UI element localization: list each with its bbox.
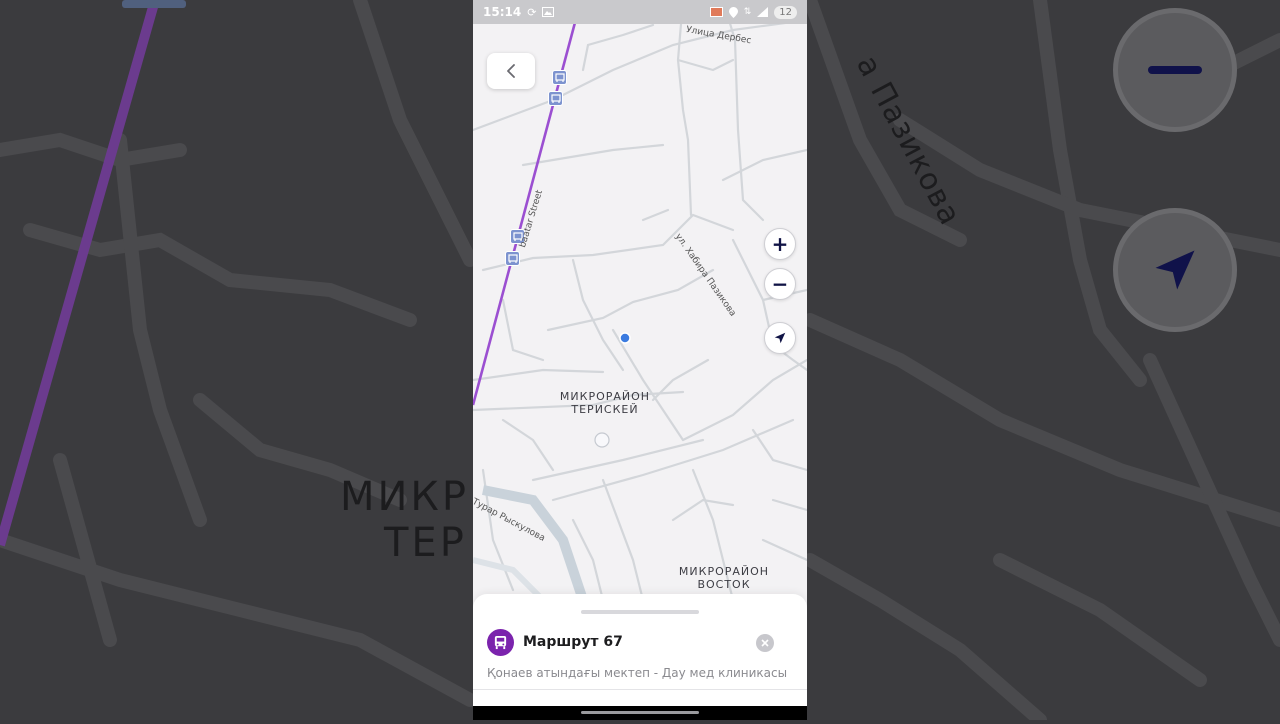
close-button[interactable] — [756, 634, 774, 652]
bus-icon — [487, 629, 514, 656]
zoom-in-button[interactable]: + — [764, 228, 796, 260]
bus-stop-marker[interactable] — [505, 251, 520, 266]
district-vostok-line1: МИКРОРАЙОН — [678, 565, 770, 578]
location-icon — [728, 6, 738, 18]
district-label-vostok: МИКРОРАЙОН ВОСТОК — [672, 565, 776, 591]
bus-stop-marker[interactable] — [552, 70, 567, 85]
cast-icon — [709, 7, 723, 17]
phone-screen: Улица Дербес ул. Хабира Пазикова baatar … — [473, 0, 807, 720]
background-zoom-out-control — [1113, 8, 1237, 132]
sheet-drag-handle[interactable] — [581, 610, 699, 614]
my-location-button[interactable] — [764, 322, 796, 354]
background-text-line1: МИКР — [340, 474, 469, 520]
sync-icon: ⟳ — [527, 5, 537, 19]
bus-stop-marker[interactable] — [548, 91, 563, 106]
signal-icon — [757, 7, 769, 17]
minus-icon: − — [771, 272, 789, 296]
district-teriskey-line1: МИКРОРАЙОН — [559, 390, 651, 403]
battery-icon: 12 — [774, 5, 797, 19]
home-indicator[interactable] — [581, 711, 699, 714]
system-navigation-bar — [473, 706, 807, 720]
map-view[interactable] — [473, 0, 807, 603]
district-vostok-line2: ВОСТОК — [697, 578, 751, 591]
background-district-text: МИКР ТЕР — [340, 474, 469, 566]
navigation-arrow-icon — [774, 332, 786, 344]
zoom-out-button[interactable]: − — [764, 268, 796, 300]
network-icon: ⇅ — [743, 7, 752, 17]
plus-icon: + — [771, 232, 789, 256]
divider — [473, 689, 807, 690]
back-button[interactable] — [487, 53, 535, 89]
route-bottom-sheet[interactable]: Маршрут 67 Қонаев атындағы мектеп - Дау … — [473, 594, 807, 720]
image-icon — [542, 7, 555, 17]
chevron-left-icon — [507, 64, 515, 78]
district-teriskey-line2: ТЕРИСКЕЙ — [571, 403, 639, 416]
status-time: 15:14 — [483, 5, 522, 19]
route-title: Маршрут 67 — [523, 634, 623, 650]
close-icon — [761, 639, 769, 647]
route-description: Қонаев атындағы мектеп - Дау мед клиника… — [487, 666, 788, 680]
district-label-teriskey: МИКРОРАЙОН ТЕРИСКЕЙ — [553, 390, 657, 416]
background-locate-control — [1113, 208, 1237, 332]
status-bar: 15:14 ⟳ ⇅ 12 — [473, 0, 807, 24]
background-text-line2: ТЕР — [384, 520, 467, 566]
